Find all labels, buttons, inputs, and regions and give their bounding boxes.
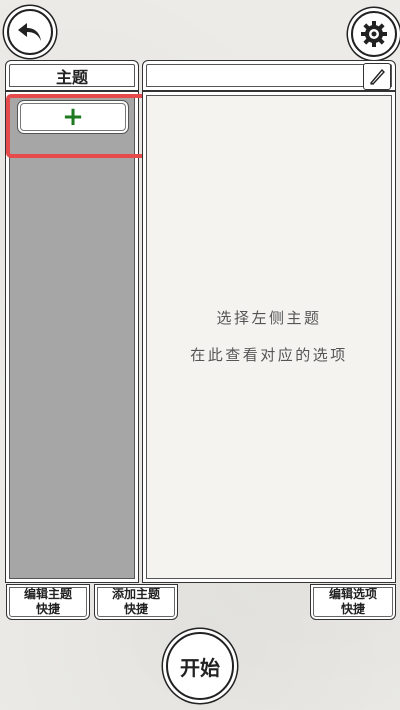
hint-text-line2: 在此查看对应的选项 (190, 346, 348, 364)
edit-option-shortcut-line1: 编辑选项 (328, 587, 377, 601)
edit-option-shortcut-button[interactable]: 编辑选项 快捷 (310, 584, 396, 620)
back-button[interactable] (7, 9, 53, 55)
edit-option-shortcut-line2: 快捷 (340, 602, 365, 616)
add-topic-shortcut-button[interactable]: 添加主题 快捷 (94, 584, 178, 620)
add-topic-shortcut-line2: 快捷 (123, 602, 148, 616)
add-topic-shortcut-line1: 添加主题 (111, 587, 160, 601)
settings-button[interactable] (351, 11, 397, 57)
topic-panel-header: 主题 (5, 60, 139, 91)
options-panel-header (142, 60, 396, 91)
options-area[interactable]: 选择左侧主题 在此查看对应的选项 (142, 91, 396, 583)
topic-list[interactable]: + (5, 91, 139, 583)
start-button[interactable]: 开始 (166, 632, 234, 700)
topic-header-label: 主题 (55, 67, 88, 87)
edit-options-button[interactable] (363, 63, 391, 90)
edit-topic-shortcut-button[interactable]: 编辑主题 快捷 (6, 584, 90, 620)
gear-icon (361, 21, 387, 47)
edit-topic-shortcut-line2: 快捷 (35, 602, 60, 616)
back-arrow-icon (18, 23, 41, 41)
hint-text-line1: 选择左侧主题 (216, 309, 322, 327)
pencil-icon (369, 68, 385, 85)
edit-topic-shortcut-line1: 编辑主题 (23, 587, 72, 601)
start-button-label: 开始 (180, 655, 220, 680)
